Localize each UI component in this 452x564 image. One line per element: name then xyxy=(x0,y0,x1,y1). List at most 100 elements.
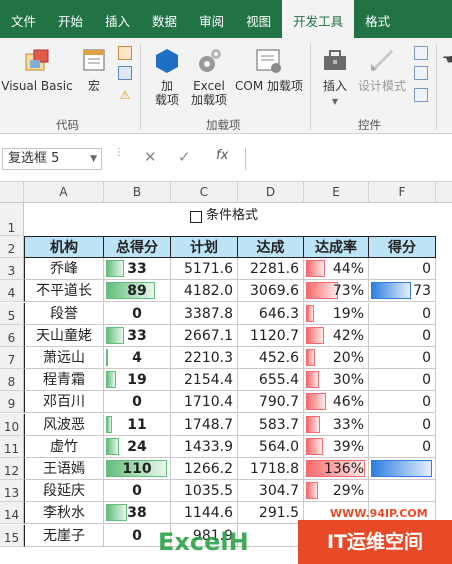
table-cell[interactable]: 0 xyxy=(369,391,436,414)
chevron-down-icon[interactable]: ▼ xyxy=(90,149,97,169)
table-cell[interactable]: 11 xyxy=(104,413,171,436)
row-header[interactable]: 2 xyxy=(0,236,24,258)
table-cell[interactable]: 29% xyxy=(304,480,369,503)
com-addins-button[interactable]: COM 加载项 xyxy=(232,46,306,93)
table-cell[interactable]: 0 xyxy=(369,347,436,369)
select-all-corner[interactable] xyxy=(0,182,24,203)
table-cell[interactable]: 王语嫣 xyxy=(24,458,104,480)
table-cell[interactable]: 0 xyxy=(104,391,171,414)
ribbon-tab[interactable]: 审阅 xyxy=(188,0,235,38)
row-header[interactable]: 3 xyxy=(0,258,24,281)
table-cell[interactable]: 天山童姥 xyxy=(24,324,104,347)
table-cell[interactable]: 46% xyxy=(304,391,369,414)
ribbon-tab[interactable]: 视图 xyxy=(235,0,282,38)
table-cell[interactable]: 44% xyxy=(304,258,369,281)
table-cell[interactable]: 虚竹 xyxy=(24,435,104,458)
name-box[interactable]: 复选框 5 ▼ xyxy=(2,148,102,170)
checkbox-label[interactable]: 条件格式 xyxy=(206,207,258,225)
table-cell[interactable]: 24 xyxy=(104,435,171,458)
table-cell[interactable]: 0 xyxy=(104,302,171,325)
table-cell[interactable]: 1433.9 xyxy=(171,435,238,458)
condition-format-checkbox[interactable] xyxy=(190,211,202,223)
addins-button[interactable]: 加 载项 xyxy=(148,46,186,107)
table-cell[interactable]: 2667.1 xyxy=(171,324,238,347)
table-cell[interactable]: 42% xyxy=(304,324,369,347)
table-cell[interactable]: 30% xyxy=(304,369,369,392)
table-cell[interactable]: 646.3 xyxy=(238,302,304,325)
properties-icon[interactable] xyxy=(414,46,428,60)
row-header[interactable]: 12 xyxy=(0,458,24,480)
row-header[interactable]: 13 xyxy=(0,480,24,503)
table-cell[interactable]: 0 xyxy=(369,369,436,392)
table-cell[interactable]: 452.6 xyxy=(238,347,304,369)
table-cell[interactable]: 655.4 xyxy=(238,369,304,392)
table-cell[interactable]: 段延庆 xyxy=(24,480,104,503)
macros-button[interactable]: 宏 xyxy=(78,46,110,93)
insert-function-icon[interactable]: fx xyxy=(216,148,228,163)
row-header[interactable]: 10 xyxy=(0,413,24,436)
table-cell[interactable]: 程青霜 xyxy=(24,369,104,392)
row-header[interactable]: 8 xyxy=(0,369,24,392)
table-cell[interactable]: 19 xyxy=(104,369,171,392)
table-cell[interactable]: 0 xyxy=(369,435,436,458)
record-macro-icon[interactable] xyxy=(118,46,132,60)
insert-control-button[interactable]: 插入 ▼ xyxy=(314,46,356,109)
table-cell[interactable]: 2154.4 xyxy=(171,369,238,392)
table-cell[interactable]: 89 xyxy=(104,280,171,303)
table-cell[interactable]: 39% xyxy=(304,435,369,458)
table-cell[interactable]: 1035.5 xyxy=(171,480,238,503)
table-cell[interactable]: 1718.8 xyxy=(238,458,304,480)
table-cell[interactable]: 790.7 xyxy=(238,391,304,414)
table-cell[interactable]: 110 xyxy=(104,458,171,480)
table-cell[interactable] xyxy=(369,480,436,503)
table-cell[interactable]: 2210.3 xyxy=(171,347,238,369)
table-cell[interactable]: 291.5 xyxy=(238,502,304,525)
column-header[interactable]: C xyxy=(171,182,238,203)
table-cell[interactable]: 3069.6 xyxy=(238,280,304,303)
ribbon-tab[interactable]: 开发工具 xyxy=(282,0,355,38)
confirm-icon[interactable]: ✓ xyxy=(178,148,191,166)
table-cell[interactable] xyxy=(369,458,436,480)
table-cell[interactable]: 38 xyxy=(104,502,171,525)
table-cell[interactable]: 73 xyxy=(369,280,436,303)
visual-basic-button[interactable]: Visual Basic xyxy=(0,46,74,93)
table-cell[interactable]: 邓百川 xyxy=(24,391,104,414)
row-header[interactable]: 1 xyxy=(0,203,24,236)
table-cell[interactable]: 564.0 xyxy=(238,435,304,458)
table-cell[interactable]: 304.7 xyxy=(238,480,304,503)
table-cell[interactable]: 1144.6 xyxy=(171,502,238,525)
ribbon-tab[interactable]: 插入 xyxy=(94,0,141,38)
ribbon-tab[interactable]: 开始 xyxy=(47,0,94,38)
table-cell[interactable]: 20% xyxy=(304,347,369,369)
table-cell[interactable]: 136% xyxy=(304,458,369,480)
table-cell[interactable]: 2281.6 xyxy=(238,258,304,281)
table-cell[interactable]: 1266.2 xyxy=(171,458,238,480)
table-cell[interactable]: 73% xyxy=(304,280,369,303)
table-cell[interactable]: 3387.8 xyxy=(171,302,238,325)
table-cell[interactable]: 李秋水 xyxy=(24,502,104,525)
row-header[interactable]: 7 xyxy=(0,347,24,369)
table-cell[interactable]: 0 xyxy=(369,413,436,436)
column-header[interactable]: A xyxy=(24,182,104,203)
table-cell[interactable]: 33 xyxy=(104,324,171,347)
table-cell[interactable]: 1748.7 xyxy=(171,413,238,436)
table-cell[interactable]: 4 xyxy=(104,347,171,369)
ribbon-tab[interactable]: 格式 xyxy=(354,0,401,38)
row-header[interactable]: 9 xyxy=(0,391,24,414)
row-header[interactable]: 14 xyxy=(0,502,24,525)
table-cell[interactable]: 1710.4 xyxy=(171,391,238,414)
table-cell[interactable]: 0 xyxy=(104,480,171,503)
cancel-icon[interactable]: ✕ xyxy=(144,148,157,166)
table-cell[interactable]: 风波恶 xyxy=(24,413,104,436)
excel-addins-button[interactable]: Excel 加载项 xyxy=(188,46,230,107)
table-cell[interactable]: 33 xyxy=(104,258,171,281)
ribbon-tab[interactable]: 数据 xyxy=(141,0,188,38)
table-cell[interactable]: 0 xyxy=(369,258,436,281)
row-header[interactable]: 11 xyxy=(0,435,24,458)
table-cell[interactable]: 19% xyxy=(304,302,369,325)
table-cell[interactable]: 5171.6 xyxy=(171,258,238,281)
table-cell[interactable]: 33% xyxy=(304,413,369,436)
table-cell[interactable]: 1120.7 xyxy=(238,324,304,347)
row-header[interactable]: 15 xyxy=(0,524,24,547)
row-header[interactable]: 5 xyxy=(0,302,24,325)
